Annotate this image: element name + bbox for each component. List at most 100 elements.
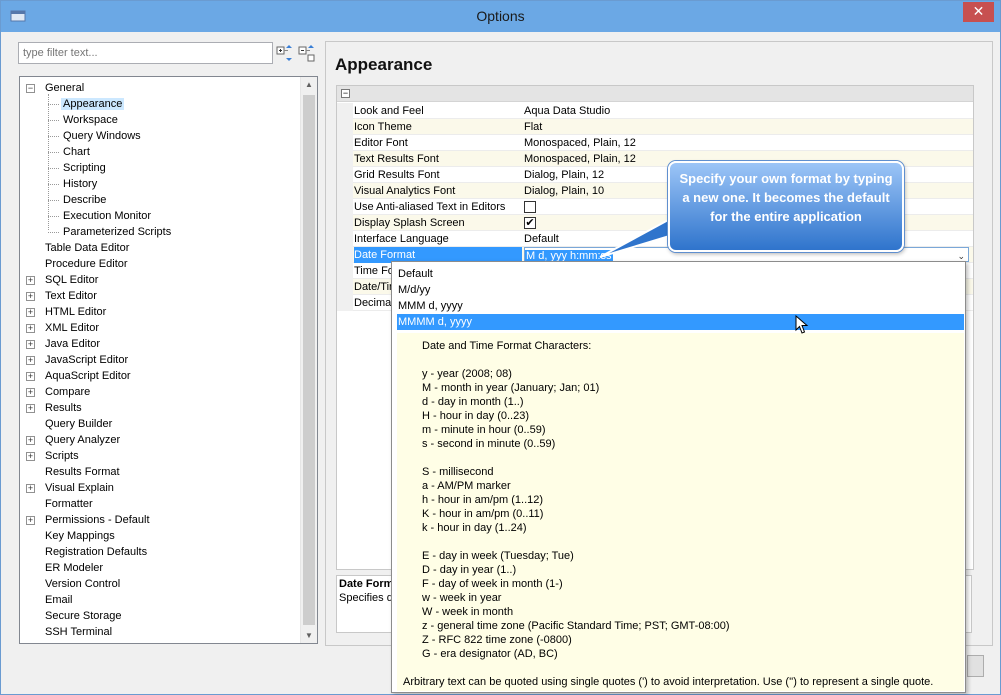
property-value[interactable]: Aqua Data Studio bbox=[524, 103, 610, 119]
tree-item[interactable]: HTML Editor bbox=[43, 304, 108, 320]
property-value[interactable]: Dialog, Plain, 12 bbox=[524, 167, 604, 183]
tree-item[interactable]: Chart bbox=[48, 144, 92, 160]
tree-item[interactable]: SQL Editor bbox=[43, 272, 100, 288]
tree-item-label: AquaScript Editor bbox=[45, 370, 131, 382]
help-line: h - hour in am/pm (1..12) bbox=[422, 494, 544, 506]
tree-item[interactable]: ER Modeler bbox=[43, 560, 105, 576]
anti-alias-checkbox[interactable] bbox=[524, 201, 536, 213]
scroll-up-icon[interactable]: ▲ bbox=[305, 80, 313, 89]
tree-item-label: Chart bbox=[63, 146, 90, 158]
tree-item-label: Results Format bbox=[45, 466, 120, 478]
tree-item[interactable]: Text Editor bbox=[43, 288, 99, 304]
tree-item[interactable]: Java Editor bbox=[43, 336, 102, 352]
expand-icon[interactable]: + bbox=[26, 516, 35, 525]
tree-item[interactable]: Results bbox=[43, 400, 84, 416]
tree-item-label: ER Modeler bbox=[45, 562, 104, 574]
tree-connector bbox=[48, 136, 59, 137]
tree-item-label: Key Mappings bbox=[45, 530, 115, 542]
tree-item-label: Results bbox=[45, 402, 82, 414]
format-option[interactable]: MMM d, yyyy bbox=[397, 298, 964, 314]
tree-item-label: Email bbox=[45, 594, 73, 606]
property-row[interactable]: Editor Font Monospaced, Plain, 12 bbox=[337, 135, 973, 151]
options-navigation: ▲ ▼ General − Appearance Workspace Query Win… bbox=[10, 32, 323, 646]
tree-scrollbar[interactable]: ▲ ▼ bbox=[300, 77, 317, 643]
scroll-down-icon[interactable]: ▼ bbox=[305, 631, 313, 640]
tree-connector bbox=[48, 120, 59, 121]
tree-item[interactable]: Secure Storage bbox=[43, 608, 123, 624]
tree-item[interactable]: Key Mappings bbox=[43, 528, 117, 544]
collapse-icon[interactable]: − bbox=[341, 89, 350, 98]
tree-item[interactable]: Scripts bbox=[43, 448, 81, 464]
expand-icon[interactable]: + bbox=[26, 308, 35, 317]
dialog-button[interactable] bbox=[967, 655, 984, 677]
expand-icon[interactable]: + bbox=[26, 388, 35, 397]
splash-screen-checkbox[interactable]: ✔ bbox=[524, 217, 536, 229]
tree-connector bbox=[48, 232, 59, 233]
property-name: Icon Theme bbox=[354, 121, 412, 133]
property-value[interactable]: Dialog, Plain, 10 bbox=[524, 183, 604, 199]
tree-item[interactable]: Describe bbox=[48, 192, 108, 208]
property-value[interactable]: Monospaced, Plain, 12 bbox=[524, 135, 636, 151]
tree-item[interactable]: Version Control bbox=[43, 576, 122, 592]
collapse-all-icon[interactable] bbox=[298, 43, 316, 63]
tree-item[interactable]: Visual Explain bbox=[43, 480, 116, 496]
property-value[interactable]: Default bbox=[524, 231, 559, 247]
tree-item[interactable]: Permissions - Default bbox=[43, 512, 152, 528]
help-line: E - day in week (Tuesday; Tue) bbox=[422, 550, 574, 562]
help-line: s - second in minute (0..59) bbox=[422, 438, 556, 450]
tree-connector bbox=[48, 152, 59, 153]
tree-item[interactable]: Execution Monitor bbox=[48, 208, 153, 224]
expand-all-icon[interactable] bbox=[276, 43, 294, 63]
property-value[interactable]: Flat bbox=[524, 119, 542, 135]
help-line: S - millisecond bbox=[422, 466, 494, 478]
tree-item-label: History bbox=[63, 178, 98, 190]
tree-item-label: Visual Explain bbox=[45, 482, 114, 494]
tree-item[interactable]: Workspace bbox=[48, 112, 120, 128]
property-row[interactable]: Icon Theme Flat bbox=[337, 119, 973, 135]
tree-item[interactable]: SSH Terminal bbox=[43, 624, 114, 640]
tree-item[interactable]: History bbox=[48, 176, 99, 192]
tree-item[interactable]: Query Builder bbox=[43, 416, 114, 432]
format-option[interactable]: MMMM d, yyyy bbox=[397, 314, 964, 330]
expand-icon[interactable]: + bbox=[26, 324, 35, 333]
help-line: Z - RFC 822 time zone (-0800) bbox=[422, 634, 572, 646]
tree-item[interactable]: Registration Defaults bbox=[43, 544, 149, 560]
tree-item[interactable]: AquaScript Editor bbox=[43, 368, 133, 384]
tree-item[interactable]: Email bbox=[43, 592, 75, 608]
expand-icon[interactable]: + bbox=[26, 292, 35, 301]
tree-item[interactable]: Table Data Editor bbox=[43, 240, 131, 256]
tree-item[interactable]: Formatter bbox=[43, 496, 95, 512]
expand-icon[interactable]: + bbox=[26, 404, 35, 413]
tree-item-label: Registration Defaults bbox=[45, 546, 148, 558]
property-value[interactable]: Monospaced, Plain, 12 bbox=[524, 151, 636, 167]
tree-item[interactable]: Appearance bbox=[48, 96, 125, 112]
tree-item[interactable]: Results Format bbox=[43, 464, 122, 480]
expand-icon[interactable]: + bbox=[26, 356, 35, 365]
format-option[interactable]: Default bbox=[397, 266, 964, 282]
tree-item[interactable]: Query Windows bbox=[48, 128, 143, 144]
tree-item[interactable]: Parameterized Scripts bbox=[48, 224, 173, 240]
tree-item[interactable]: Query Analyzer bbox=[43, 432, 122, 448]
tree-item[interactable]: Scripting bbox=[48, 160, 108, 176]
tree-item-label: Secure Storage bbox=[45, 610, 122, 622]
scrollbar-thumb[interactable] bbox=[303, 95, 315, 625]
collapse-icon[interactable]: − bbox=[26, 84, 35, 93]
expand-icon[interactable]: + bbox=[26, 340, 35, 349]
expand-icon[interactable]: + bbox=[26, 484, 35, 493]
expand-icon[interactable]: + bbox=[26, 372, 35, 381]
expand-icon[interactable]: + bbox=[26, 452, 35, 461]
tree-item[interactable]: Procedure Editor bbox=[43, 256, 130, 272]
close-button[interactable]: ✕ bbox=[963, 2, 994, 22]
tree-item[interactable]: XML Editor bbox=[43, 320, 101, 336]
expand-icon[interactable]: + bbox=[26, 436, 35, 445]
format-option[interactable]: M/d/yy bbox=[397, 282, 964, 298]
tree-item[interactable]: JavaScript Editor bbox=[43, 352, 130, 368]
tree-item-label: Appearance bbox=[61, 98, 125, 110]
property-row[interactable]: Look and Feel Aqua Data Studio bbox=[337, 103, 973, 119]
row-gutter bbox=[337, 215, 353, 231]
tree-item[interactable]: General bbox=[43, 80, 86, 96]
callout-tooltip: Specify your own format by typing a new … bbox=[668, 161, 904, 252]
expand-icon[interactable]: + bbox=[26, 276, 35, 285]
filter-input[interactable] bbox=[18, 42, 273, 64]
tree-item[interactable]: Compare bbox=[43, 384, 92, 400]
